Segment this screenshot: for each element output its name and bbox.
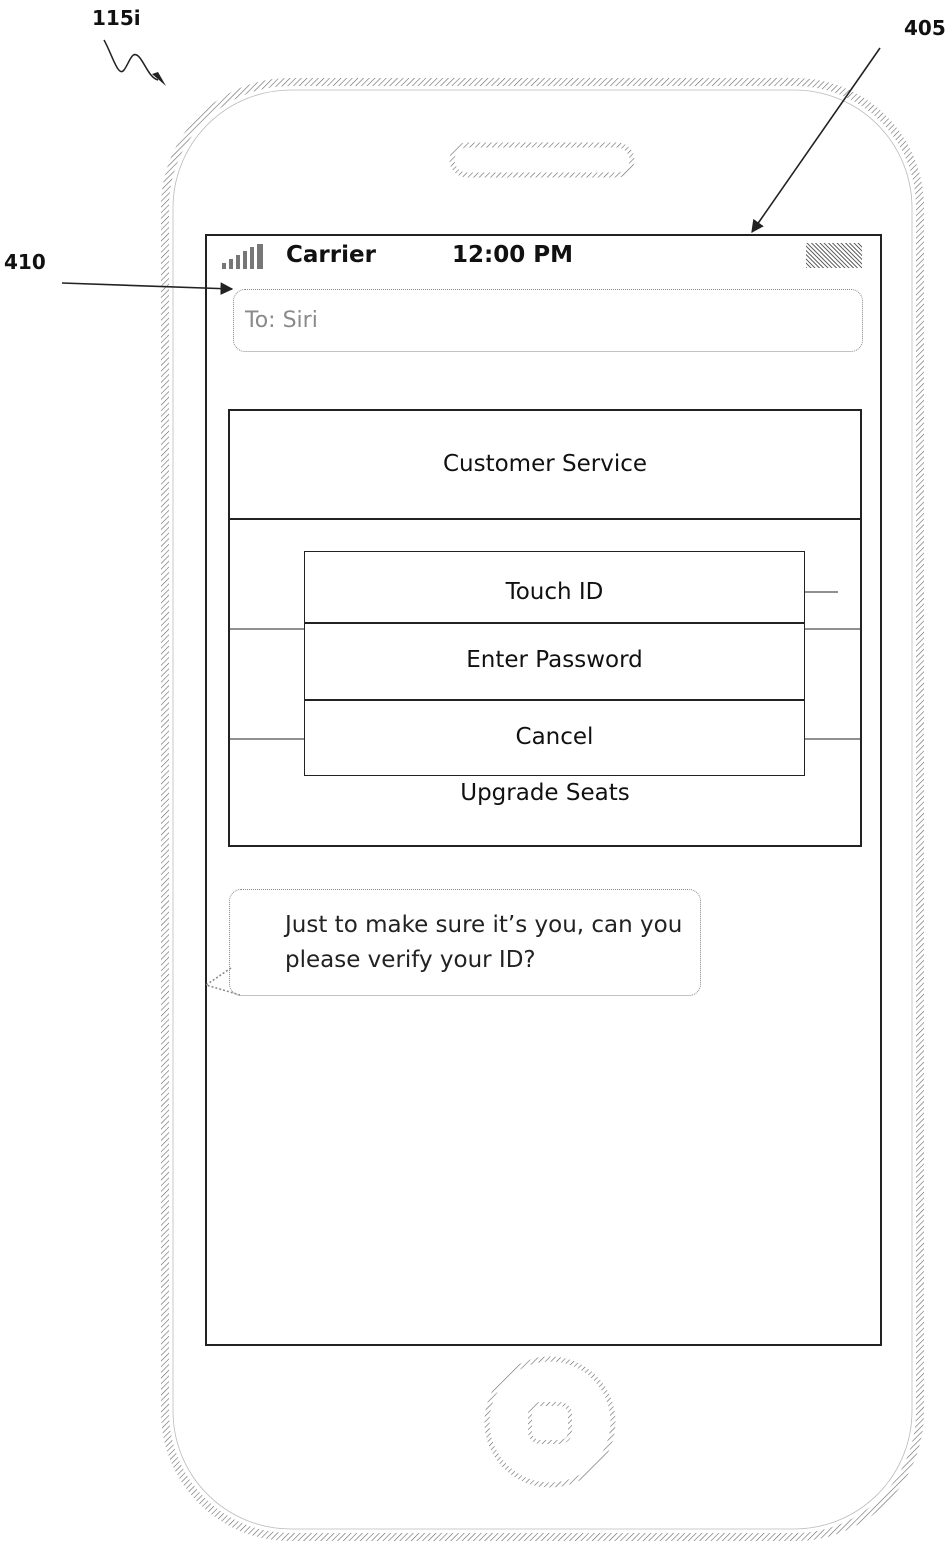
panel-title: Customer Service [442,451,648,477]
message-line-2: please verify your ID? [285,947,536,973]
home-button-square-icon [528,1402,572,1444]
home-button-icon [484,1356,616,1488]
sheet-divider [304,699,805,701]
sheet-divider [304,622,805,624]
to-field[interactable] [233,289,863,352]
speaker-slot-icon [449,142,635,178]
message-line-1: Just to make sure it’s you, can you [285,912,683,938]
arrow-405 [751,47,881,234]
upgrade-seats-item[interactable]: Upgrade Seats [228,778,862,808]
enter-password-button[interactable]: Enter Password [304,645,805,675]
status-time: 12:00 PM [452,242,573,268]
battery-icon [806,243,862,268]
to-field-text: To: Siri [245,308,318,333]
panel-header-divider [228,518,862,520]
status-carrier: Carrier [286,242,376,268]
squiggle-arrow [103,39,159,81]
cancel-button[interactable]: Cancel [304,722,805,752]
signal-bars-icon [222,244,263,269]
message-text: Just to make sure it’s you, can you plea… [285,908,705,978]
touch-id-button[interactable]: Touch ID [304,577,805,607]
